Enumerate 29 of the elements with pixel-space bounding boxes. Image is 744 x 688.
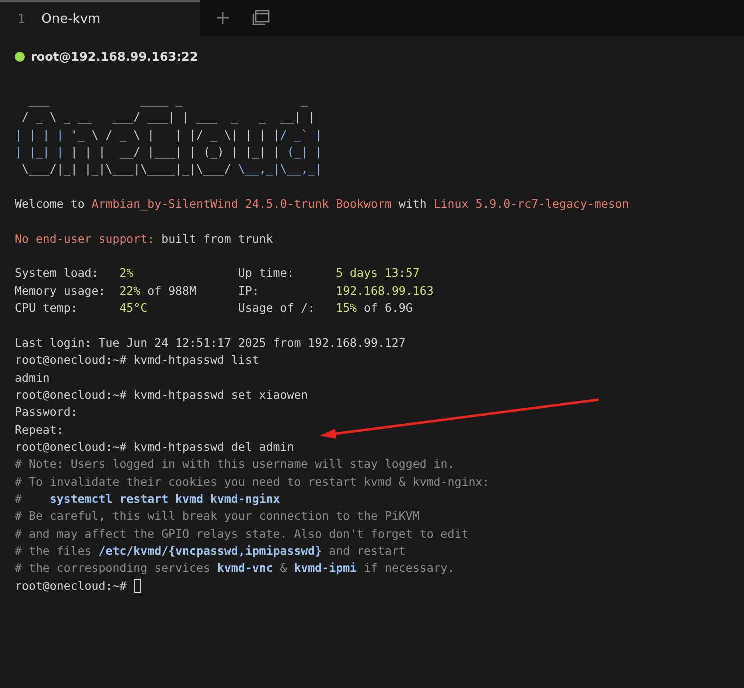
terminal-line: # the files /etc/kvmd/{vncpasswd,ipmipasswd} and restart — [15, 542, 406, 560]
terminal-line: root@onecloud:~# kvmd-htpasswd del admin — [15, 438, 294, 456]
terminal-line: # To invalidate their cookies you need to restart kvmd & kvmd-nginx: — [15, 474, 490, 491]
terminal-line: # and may affect the GPIO relays state. Also don't forget to edit — [15, 526, 469, 543]
terminal-line: # the corresponding services kvmd-vnc & kvmd-ipmi if necessary. — [15, 560, 455, 578]
terminal-line: System load: 2% Up time: 5 days 13:57 — [15, 265, 420, 282]
terminal-line: Welcome to Armbian_by-SilentWind 24.5.0-trunk Bookworm with Linux 5.9.0-rc7-legacy-meson — [15, 196, 630, 214]
terminal-line: No end-user support: built from trunk — [15, 230, 274, 248]
terminal-line: # Note: Users logged in with this username will stay logged in. — [15, 456, 455, 474]
terminal-line: CPU temp: 45°C Usage of /: 15% of 6.9G — [15, 300, 413, 318]
ascii-art-line: / _ \ _ __ ___/ ___| | ___ _ _ __| | — [20, 109, 316, 126]
ascii-art-line: | |_| | | | | __/ |___| | (_) | |_| | (_| | — [15, 144, 322, 162]
terminal-line: Memory usage: 22% of 988M IP: 192.168.99.163 — [15, 282, 434, 300]
terminal-line: root@onecloud:~# kvmd-htpasswd list — [15, 352, 260, 370]
terminal-line: root@onecloud:~# kvmd-htpasswd set xiaowen — [15, 386, 308, 404]
terminal-line: Password: — [15, 404, 78, 422]
ascii-art-line: \___/|_| |_|\___|\____|_|\___/ \__,_|\__,_| — [20, 161, 322, 178]
terminal-line: Last login: Tue Jun 24 12:51:17 2025 from 192.168.99.127 — [15, 334, 406, 352]
terminal-line: # systemctl restart kvmd kvmd-nginx — [15, 490, 280, 508]
windows-icon[interactable] — [252, 10, 270, 26]
ascii-art-line: ___ ____ _ _ — [28, 92, 310, 109]
plus-icon[interactable] — [216, 11, 230, 25]
terminal-line: admin — [15, 370, 50, 386]
terminal-line: # Be careful, this will break your connection to the PiKVM — [15, 508, 420, 526]
terminal-line: root@onecloud:~# — [15, 578, 128, 595]
terminal-tab[interactable]: 1 One-kvm — [0, 0, 200, 36]
connection-label: root@192.168.99.163:22 — [31, 50, 198, 64]
terminal-line: Repeat: — [15, 422, 64, 439]
ascii-art-line: | | | | '_ \ / _ \ | | |/ _ \| | | |/ _` | — [15, 126, 322, 144]
